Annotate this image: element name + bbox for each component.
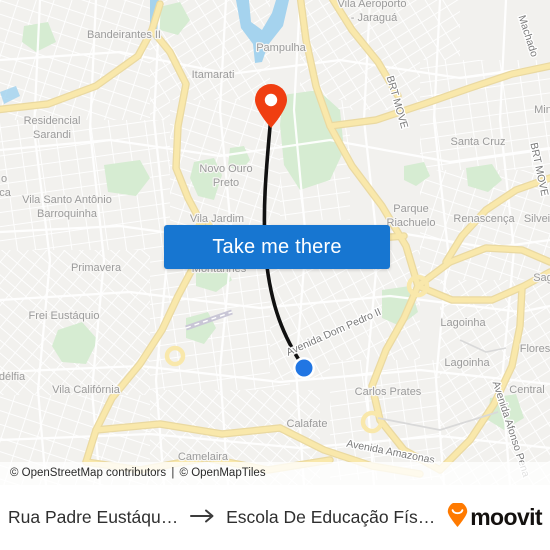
moovit-wordmark: moovit	[470, 504, 542, 530]
map-place-label: - Jaraguá	[351, 12, 398, 24]
arrow-right-icon	[190, 507, 216, 529]
map-place-label: Parque	[393, 203, 428, 215]
map-place-label: Itamarati	[192, 69, 235, 81]
map-place-label: o	[1, 173, 7, 185]
map-place-label: Riachuelo	[387, 217, 436, 229]
map-place-label: Sag	[533, 272, 550, 284]
destination-label: Escola De Educação Física…	[226, 507, 438, 527]
map-place-label: Lagoinha	[440, 317, 486, 329]
map-place-label: Silvei	[524, 213, 550, 225]
moovit-logo[interactable]: moovit	[447, 501, 543, 533]
take-me-there-button[interactable]: Take me there	[164, 225, 390, 269]
map-place-label: Primavera	[71, 262, 122, 274]
map-place-label: Vila Santo Antônio	[22, 194, 112, 206]
origin-label: Rua Padre Eustáquio,…	[8, 507, 181, 527]
attribution-maptiles[interactable]: © OpenMapTiles	[180, 467, 266, 479]
map-place-label: Carlos Prates	[355, 386, 422, 398]
map-attribution: © OpenStreetMap contributors | © OpenMap…	[0, 462, 550, 485]
map-place-label: Flores	[520, 343, 550, 355]
map-place-label: Min	[534, 104, 550, 116]
map-place-label: Calafate	[287, 418, 328, 430]
map-place-label: Central	[509, 384, 544, 396]
map-place-label: Vila Califórnia	[52, 384, 121, 396]
map-place-label: Residencial	[24, 115, 81, 127]
origin-dot[interactable]	[293, 357, 315, 379]
route-footer: Rua Padre Eustáquio,… Escola De Educação…	[0, 485, 550, 550]
map-place-label: Lagoinha	[444, 357, 490, 369]
map-place-label: Bandeirantes II	[87, 29, 161, 41]
map-place-label: Sarandi	[33, 129, 71, 141]
moovit-pin-icon	[447, 501, 468, 533]
map-place-label: ca	[0, 187, 12, 199]
map-place-label: Novo Ouro	[199, 163, 252, 175]
map-place-label: Pampulha	[256, 42, 306, 54]
map-place-label: Preto	[213, 177, 239, 189]
map-place-label: Vila Jardim	[190, 213, 244, 225]
map-place-label: Renascença	[453, 213, 515, 225]
map-place-label: Santa Cruz	[450, 136, 505, 148]
map-place-label: Barroquinha	[37, 208, 98, 220]
attribution-osm[interactable]: © OpenStreetMap contributors	[10, 467, 166, 479]
moovit-route-widget: Bandeirantes II Vila Aeroporto - Jaraguá Pa…	[0, 0, 550, 550]
map-place-label: délfia	[0, 371, 26, 383]
map-place-label: Frei Eustáquio	[29, 310, 100, 322]
map-place-label: Vila Aeroporto	[338, 0, 407, 10]
attribution-separator: |	[171, 467, 175, 479]
